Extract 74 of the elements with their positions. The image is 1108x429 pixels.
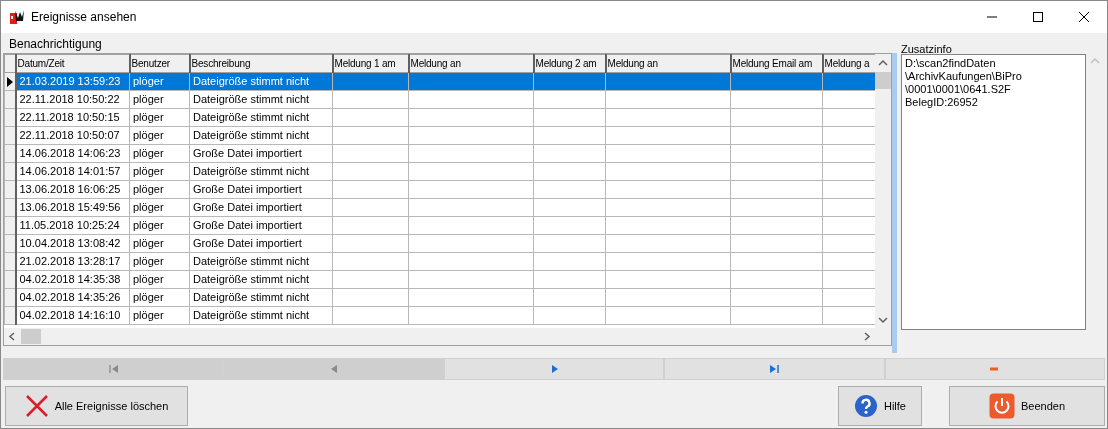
horizontal-scrollbar[interactable] xyxy=(4,328,875,345)
scroll-thumb[interactable] xyxy=(875,71,891,89)
table-cell: plöger xyxy=(129,180,190,199)
window-title: Ereignisse ansehen xyxy=(31,9,138,26)
column-header[interactable]: Benutzer xyxy=(129,54,190,73)
column-header[interactable]: Meldung 2 am xyxy=(533,54,606,73)
vertical-scrollbar[interactable] xyxy=(875,54,891,328)
info-label: Zusatzinfo xyxy=(901,42,953,54)
table-cell: plöger xyxy=(129,234,190,253)
table-cell: Dateigröße stimmt nicht xyxy=(189,90,333,109)
table-cell: 04.02.2018 14:35:26 xyxy=(15,288,130,307)
table-cell: 04.02.2018 14:35:38 xyxy=(15,270,130,289)
maximize-icon[interactable] xyxy=(1033,12,1043,22)
table-cell: plöger xyxy=(129,126,190,145)
column-header[interactable]: Meldung Email am xyxy=(730,54,823,73)
info-text-line: \0001\0001\0641.S2F xyxy=(905,83,1012,96)
table-cell: plöger xyxy=(129,306,190,325)
table-cell: Dateigröße stimmt nicht xyxy=(189,270,333,289)
scroll-thumb[interactable] xyxy=(21,329,41,344)
table-cell: plöger xyxy=(129,198,190,217)
table-cell: plöger xyxy=(129,252,190,271)
record-navigator-button[interactable] xyxy=(664,358,885,380)
cross-icon xyxy=(24,394,49,418)
table-cell: 11.05.2018 10:25:24 xyxy=(15,216,130,235)
clear-events-button[interactable]: Alle Ereignisse löschen xyxy=(5,386,188,426)
close-button[interactable]: Beenden xyxy=(949,386,1105,426)
table-cell: Große Datei importiert xyxy=(189,216,333,235)
help-button[interactable]: Hilfe xyxy=(838,386,922,426)
table-cell: 22.11.2018 10:50:15 xyxy=(15,108,130,127)
info-text-area[interactable]: D:\scan2findDaten \ArchivKaufungen\BiPro \0001\0001\0641.S2F BelegID:26952 xyxy=(901,54,1086,330)
table-cell: Dateigröße stimmt nicht xyxy=(189,126,333,145)
record-navigator-button[interactable] xyxy=(884,358,1106,380)
column-header[interactable]: Meldung a xyxy=(822,54,875,73)
table-cell: Dateigröße stimmt nicht xyxy=(189,306,333,325)
table-cell: plöger xyxy=(129,216,190,235)
table-cell: 04.02.2018 14:16:10 xyxy=(15,306,130,325)
close-icon[interactable] xyxy=(1079,12,1089,22)
table-cell: 14.06.2018 14:01:57 xyxy=(15,162,130,181)
column-header[interactable]: Meldung an xyxy=(408,54,534,73)
table-cell: 21.02.2018 13:28:17 xyxy=(15,252,130,271)
help-icon xyxy=(854,394,878,418)
column-header[interactable]: Datum/Zeit xyxy=(15,54,130,73)
table-cell: 10.04.2018 13:08:42 xyxy=(15,234,130,253)
column-header[interactable]: Meldung an xyxy=(605,54,731,73)
app-icon xyxy=(9,9,25,25)
table-cell: Dateigröße stimmt nicht xyxy=(189,108,333,127)
power-icon xyxy=(988,393,1015,419)
table-cell: 22.11.2018 10:50:22 xyxy=(15,90,130,109)
table-cell: Große Datei importiert xyxy=(189,180,333,199)
column-header[interactable]: Beschreibung xyxy=(189,54,333,73)
table-cell: 22.11.2018 10:50:07 xyxy=(15,126,130,145)
section-label: Benachrichtigung xyxy=(8,36,103,53)
table-cell: Große Datei importiert xyxy=(189,144,333,163)
table-cell: Große Datei importiert xyxy=(189,198,333,217)
table-cell: plöger xyxy=(129,288,190,307)
table-cell: 13.06.2018 16:06:25 xyxy=(15,180,130,199)
record-navigator-button[interactable] xyxy=(443,358,665,380)
info-text-line: D:\scan2findDaten xyxy=(905,57,997,70)
table-cell: Große Datei importiert xyxy=(189,234,333,253)
table-cell: plöger xyxy=(129,162,190,181)
table-cell: plöger xyxy=(129,144,190,163)
last-record-icon xyxy=(768,364,780,374)
table-cell: plöger xyxy=(129,90,190,109)
table-cell: plöger xyxy=(129,108,190,127)
table-cell: plöger xyxy=(129,270,190,289)
table-cell: 13.06.2018 15:49:56 xyxy=(15,198,130,217)
table-cell: Dateigröße stimmt nicht xyxy=(189,252,333,271)
first-record-icon xyxy=(107,364,119,374)
table-cell: 14.06.2018 14:06:23 xyxy=(15,144,130,163)
column-header[interactable]: Meldung 1 am xyxy=(332,54,409,73)
table-cell: Dateigröße stimmt nicht xyxy=(189,162,333,181)
table-cell: Dateigröße stimmt nicht xyxy=(189,288,333,307)
info-text-line: BelegID:26952 xyxy=(905,96,979,109)
info-text-line: \ArchivKaufungen\BiPro xyxy=(905,70,1023,83)
